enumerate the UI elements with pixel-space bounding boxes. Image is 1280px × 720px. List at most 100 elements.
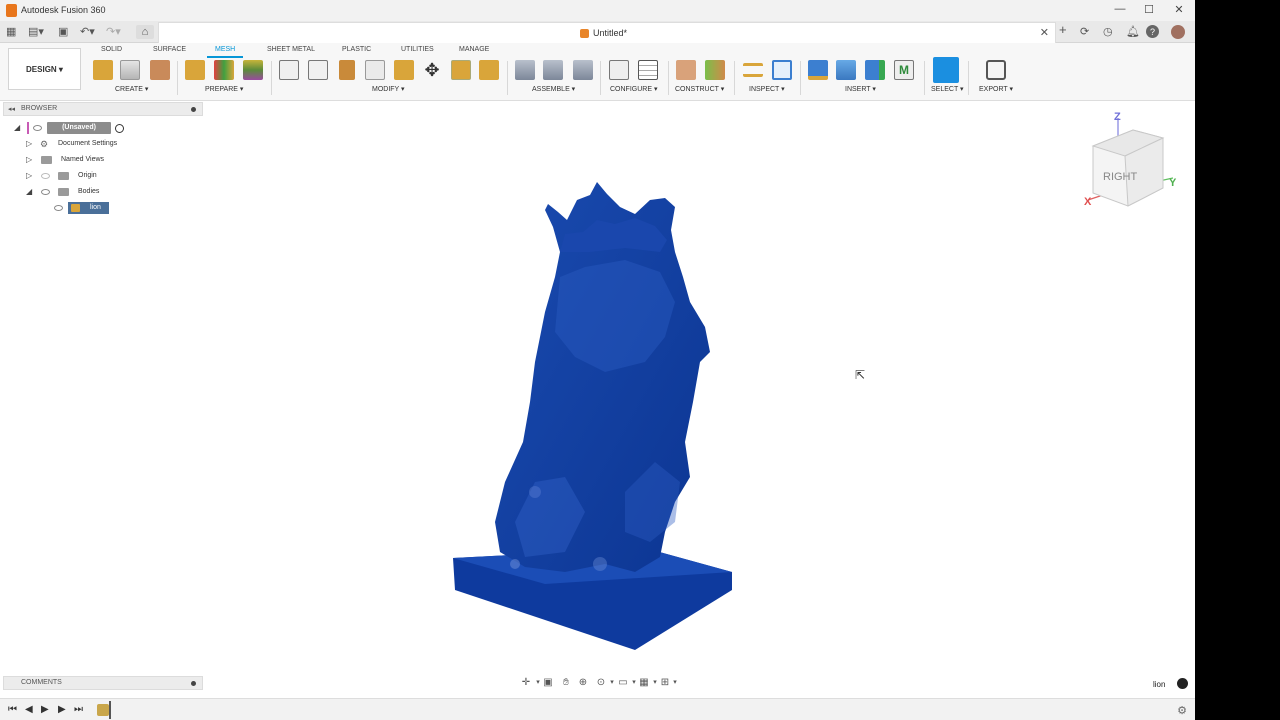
export-print3d-icon[interactable] bbox=[986, 60, 1006, 80]
notifications-bell-icon[interactable]: 🔔︎ bbox=[1126, 25, 1140, 39]
save-icon[interactable]: ▣ bbox=[58, 25, 68, 39]
configuration-table-icon[interactable] bbox=[638, 60, 658, 80]
visibility-eye-icon[interactable] bbox=[41, 189, 50, 195]
timeline-next-button[interactable]: ▶ bbox=[58, 704, 66, 716]
timeline-first-button[interactable]: ⏮ bbox=[8, 704, 17, 716]
tab-manage[interactable]: MANAGE bbox=[459, 46, 489, 53]
minimize-button[interactable]: — bbox=[1113, 3, 1127, 17]
create-face-group-icon[interactable] bbox=[150, 60, 170, 80]
configure-design-icon[interactable] bbox=[609, 60, 629, 80]
reduce-icon[interactable] bbox=[479, 60, 499, 80]
browser-item-bodies[interactable]: ◢ Bodies bbox=[24, 186, 144, 198]
home-icon[interactable]: ⌂ bbox=[136, 25, 154, 39]
measure-icon[interactable] bbox=[743, 63, 763, 77]
modify-group-label[interactable]: MODIFY ▾ bbox=[372, 85, 405, 93]
browser-item-body-lion[interactable]: lion bbox=[52, 202, 112, 214]
selection-filter-icon[interactable] bbox=[1177, 678, 1188, 689]
construct-group-label[interactable]: CONSTRUCT ▾ bbox=[675, 85, 724, 93]
maximize-button[interactable]: ☐ bbox=[1142, 3, 1156, 17]
extensions-icon[interactable]: ⟳ bbox=[1080, 25, 1089, 39]
undo-icon[interactable]: ↶▾ bbox=[80, 25, 95, 39]
close-window-button[interactable]: ✕ bbox=[1172, 3, 1186, 17]
pan-hand-icon[interactable]: ✋︎ bbox=[560, 677, 572, 689]
browser-item-named-views[interactable]: ▷ Named Views bbox=[24, 154, 144, 166]
browser-root-row[interactable]: ◢ (Unsaved) bbox=[12, 122, 132, 134]
expand-triangle-icon[interactable]: ▷ bbox=[26, 154, 32, 166]
insert-canvas-icon[interactable] bbox=[836, 60, 856, 80]
timeline-prev-button[interactable]: ◀ bbox=[25, 704, 33, 716]
select-tool-icon[interactable] bbox=[933, 57, 959, 83]
new-component-icon[interactable] bbox=[515, 60, 535, 80]
workspace-switcher-button[interactable]: DESIGN ▾ bbox=[8, 48, 81, 90]
inspect-group-label[interactable]: INSPECT ▾ bbox=[749, 85, 785, 93]
joint-icon[interactable] bbox=[543, 60, 563, 80]
browser-item-origin[interactable]: ▷ Origin bbox=[24, 170, 144, 182]
lion-mesh-model[interactable] bbox=[205, 102, 1195, 674]
create-form-icon[interactable] bbox=[120, 60, 140, 80]
scale-mesh-icon[interactable] bbox=[451, 60, 471, 80]
3d-viewport[interactable]: ⇱ bbox=[205, 102, 1195, 674]
comments-panel-header[interactable]: COMMENTS bbox=[3, 676, 203, 690]
data-panel-grid-icon[interactable]: ▦ bbox=[6, 25, 16, 39]
browser-pin-icon[interactable] bbox=[191, 107, 196, 112]
help-icon[interactable]: ? bbox=[1146, 25, 1159, 38]
smooth-icon[interactable] bbox=[339, 60, 355, 80]
collapse-browser-icon[interactable]: ◂◂ bbox=[8, 105, 15, 113]
add-comment-icon[interactable] bbox=[191, 681, 196, 686]
visibility-eye-icon[interactable] bbox=[54, 205, 63, 211]
visibility-eye-icon[interactable] bbox=[41, 173, 50, 179]
browser-item-document-settings[interactable]: ▷ ⚙ Document Settings bbox=[24, 138, 144, 150]
assemble-group-label[interactable]: ASSEMBLE ▾ bbox=[532, 85, 575, 93]
timeline-settings-icon[interactable]: ⚙ bbox=[1177, 704, 1187, 717]
expand-triangle-icon[interactable]: ◢ bbox=[14, 122, 20, 134]
prepare-group-label[interactable]: PREPARE ▾ bbox=[205, 85, 243, 93]
insert-mcmaster-icon[interactable]: M bbox=[894, 60, 914, 80]
visibility-eye-icon[interactable] bbox=[33, 125, 42, 131]
close-document-button[interactable]: ✕ bbox=[1040, 26, 1049, 39]
zoom-window-icon[interactable]: ⊕ bbox=[577, 677, 589, 689]
new-tab-icon[interactable]: + bbox=[1059, 23, 1067, 37]
insert-mesh-icon[interactable] bbox=[93, 60, 113, 80]
plane-at-angle-icon[interactable] bbox=[705, 60, 725, 80]
section-analysis-icon[interactable] bbox=[772, 60, 792, 80]
tab-surface[interactable]: SURFACE bbox=[153, 46, 186, 53]
timeline-marker[interactable] bbox=[109, 701, 111, 719]
user-avatar[interactable] bbox=[1171, 25, 1185, 39]
tab-sheet-metal[interactable]: SHEET METAL bbox=[267, 46, 315, 53]
tab-plastic[interactable]: PLASTIC bbox=[342, 46, 371, 53]
expand-triangle-icon[interactable]: ▷ bbox=[26, 138, 32, 150]
browser-panel-header[interactable]: ◂◂ BROWSER bbox=[3, 102, 203, 116]
tab-mesh[interactable]: MESH bbox=[215, 46, 235, 53]
insert-mesh-file-icon[interactable] bbox=[865, 60, 885, 80]
timeline-play-button[interactable]: ▶ bbox=[41, 704, 49, 716]
timeline-mesh-feature-icon[interactable] bbox=[97, 704, 109, 716]
tab-utilities[interactable]: UTILITIES bbox=[401, 46, 434, 53]
tab-solid[interactable]: SOLID bbox=[101, 46, 122, 53]
collapse-triangle-icon[interactable]: ◢ bbox=[26, 186, 32, 198]
document-tab[interactable]: Untitled* ✕ bbox=[158, 22, 1056, 43]
select-group-label[interactable]: SELECT ▾ bbox=[931, 85, 964, 93]
repair-mesh-icon[interactable] bbox=[214, 60, 234, 80]
combine-icon[interactable] bbox=[308, 60, 328, 80]
insert-group-label[interactable]: INSERT ▾ bbox=[845, 85, 876, 93]
look-at-icon[interactable]: ▣ bbox=[542, 677, 554, 689]
offset-plane-icon[interactable] bbox=[676, 60, 696, 80]
activate-radio-icon[interactable] bbox=[115, 124, 124, 133]
plane-cut-icon[interactable] bbox=[279, 60, 299, 80]
export-group-label[interactable]: EXPORT ▾ bbox=[979, 85, 1013, 93]
shell-icon[interactable] bbox=[365, 60, 385, 80]
generate-face-groups-icon[interactable] bbox=[185, 60, 205, 80]
as-built-joint-icon[interactable] bbox=[573, 60, 593, 80]
create-group-label[interactable]: CREATE ▾ bbox=[115, 85, 148, 93]
move-copy-icon[interactable]: ✥ bbox=[422, 60, 442, 80]
expand-triangle-icon[interactable]: ▷ bbox=[26, 170, 32, 182]
remesh-icon[interactable] bbox=[243, 60, 263, 80]
orbit-icon[interactable]: ✛ bbox=[520, 677, 532, 689]
redo-icon[interactable]: ↷▾ bbox=[106, 25, 121, 39]
reverse-normal-icon[interactable] bbox=[394, 60, 414, 80]
file-menu-icon[interactable]: ▤▾ bbox=[28, 25, 44, 39]
job-status-icon[interactable]: ◷ bbox=[1103, 25, 1113, 39]
viewports-dropdown-icon[interactable]: ▾ bbox=[669, 677, 681, 689]
timeline-last-button[interactable]: ⏭ bbox=[74, 704, 83, 716]
configure-group-label[interactable]: CONFIGURE ▾ bbox=[610, 85, 657, 93]
